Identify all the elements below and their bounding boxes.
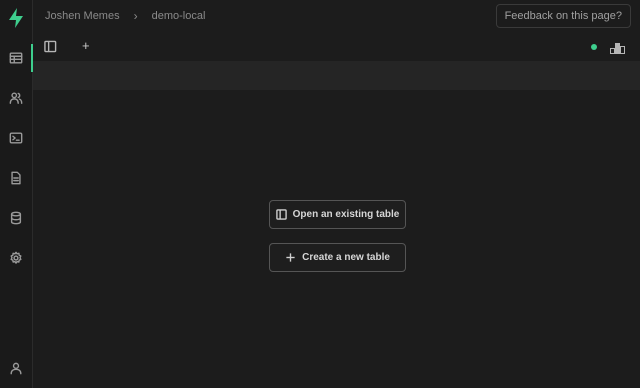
database-icon (10, 211, 22, 225)
sidebar-item-auth[interactable] (0, 84, 32, 112)
open-existing-table-label: Open an existing table (292, 209, 400, 220)
top-bar: Joshen Memes › demo-local Feedback on th… (33, 0, 640, 32)
document-icon (11, 171, 21, 185)
feedback-button[interactable]: Feedback on this page? (495, 4, 631, 28)
reports-button[interactable] (610, 41, 625, 54)
gear-icon (10, 251, 22, 264)
open-existing-table-button[interactable]: Open an existing table (269, 200, 406, 229)
bar-chart-icon (610, 43, 625, 54)
user-icon (10, 362, 22, 375)
create-new-table-label: Create a new table (302, 252, 390, 263)
add-tab-button[interactable]: + (82, 39, 90, 53)
status-indicator (591, 44, 597, 50)
logo-icon[interactable] (7, 7, 25, 29)
table-icon (9, 52, 22, 64)
sidebar-item-database[interactable] (0, 204, 32, 232)
sidebar (0, 0, 33, 388)
plus-icon (286, 253, 295, 262)
toggle-sidebar-button[interactable] (44, 40, 57, 53)
sidebar-item-account[interactable] (0, 354, 32, 382)
breadcrumb-separator: › (133, 9, 138, 23)
sidebar-item-settings[interactable] (0, 244, 32, 272)
terminal-icon (9, 132, 23, 144)
sidebar-item-sql-editor[interactable] (0, 124, 32, 152)
create-new-table-button[interactable]: Create a new table (269, 243, 406, 272)
breadcrumb-project[interactable]: demo-local (152, 10, 206, 22)
tab-strip (33, 61, 640, 91)
sidebar-panel-icon (44, 40, 57, 53)
main-content (33, 90, 640, 388)
breadcrumb-org[interactable]: Joshen Memes (45, 10, 120, 22)
sidebar-item-api-docs[interactable] (0, 164, 32, 192)
sidebar-item-table-editor[interactable] (0, 44, 33, 72)
sidebar-panel-icon (275, 209, 287, 220)
toolbar: + (33, 32, 640, 62)
users-icon (9, 92, 23, 104)
